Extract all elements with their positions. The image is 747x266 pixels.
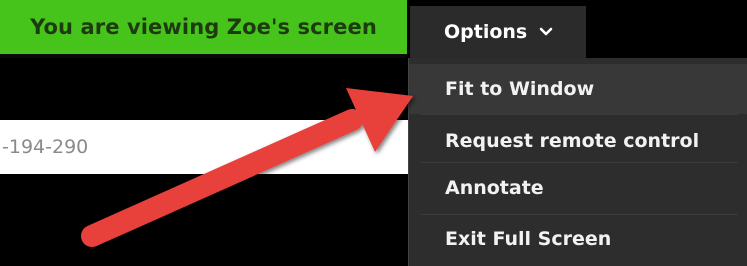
menu-item-label: Exit Full Screen xyxy=(445,228,612,250)
menu-divider xyxy=(421,114,738,115)
shared-screen-field-value: -194-290 xyxy=(2,136,89,158)
menu-item-request-remote-control[interactable]: Request remote control xyxy=(409,116,747,166)
menu-item-label: Fit to Window xyxy=(445,78,595,100)
options-button[interactable]: Options xyxy=(410,6,586,58)
options-label: Options xyxy=(444,21,528,43)
viewing-banner-text: You are viewing Zoe's screen xyxy=(30,15,377,39)
menu-item-label: Request remote control xyxy=(445,130,700,152)
screen-share-view: You are viewing Zoe's screen Options -19… xyxy=(0,0,747,266)
menu-item-annotate[interactable]: Annotate xyxy=(409,162,747,214)
options-menu: Fit to Window Request remote control Ann… xyxy=(408,58,747,266)
chevron-down-icon xyxy=(539,27,553,36)
shared-screen-text-field: -194-290 xyxy=(0,120,410,174)
menu-item-exit-full-screen[interactable]: Exit Full Screen xyxy=(409,214,747,264)
viewing-banner: You are viewing Zoe's screen xyxy=(0,0,407,58)
menu-item-fit-to-window[interactable]: Fit to Window xyxy=(409,64,747,114)
menu-item-label: Annotate xyxy=(445,177,544,199)
